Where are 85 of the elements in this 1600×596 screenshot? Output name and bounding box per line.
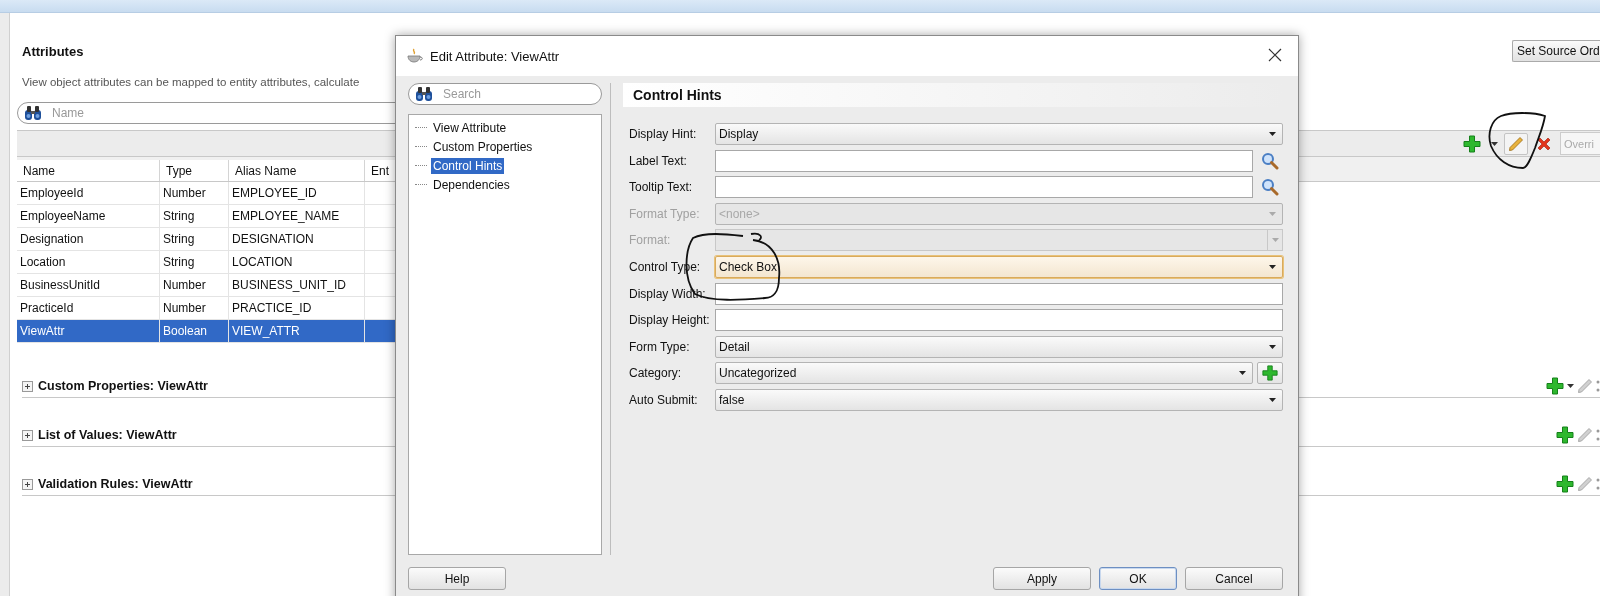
help-button[interactable]: Help (408, 567, 506, 590)
table-cell: PracticeId (17, 297, 160, 319)
table-cell: Number (160, 182, 229, 204)
table-cell: String (160, 228, 229, 250)
add-button[interactable] (1460, 132, 1484, 155)
table-cell: Number (160, 274, 229, 296)
more-icon (1596, 428, 1600, 442)
dropdown[interactable]: Display (715, 123, 1283, 145)
pencil-icon (1577, 378, 1593, 394)
expand-icon[interactable] (22, 380, 33, 392)
table-cell: Location (17, 251, 160, 273)
add-icon (1262, 365, 1278, 382)
add-icon (1463, 134, 1481, 153)
table-cell: Number (160, 297, 229, 319)
tree-item[interactable]: Control Hints (431, 157, 505, 174)
table-cell: Designation (17, 228, 160, 250)
field-label: Category: (629, 365, 683, 383)
column-header[interactable]: Type (160, 160, 229, 181)
table-cell: LOCATION (229, 251, 365, 273)
caret-icon (1567, 384, 1574, 388)
caret-icon (1269, 397, 1276, 402)
column-header[interactable]: Name (17, 160, 160, 181)
table-cell: Boolean (160, 320, 229, 342)
field-label: Format Type: (629, 205, 701, 223)
binoculars-icon (415, 86, 433, 102)
field-label: Tooltip Text: (629, 179, 694, 197)
description-text: View object attributes can be mapped to entity attributes, calculate (21, 76, 361, 88)
binoculars-icon (24, 105, 42, 121)
table-cell: VIEW_ATTR (229, 320, 365, 342)
table-cell: BUSINESS_UNIT_ID (229, 274, 365, 296)
expand-icon[interactable] (22, 478, 33, 490)
field-label: Format: (629, 232, 672, 250)
pencil-icon (1577, 476, 1593, 492)
table-cell: String (160, 205, 229, 227)
pencil-icon (1508, 135, 1524, 152)
caret-icon (1269, 132, 1276, 136)
table-cell: EmployeeId (17, 182, 160, 204)
caret-icon (1490, 141, 1498, 146)
dropdown[interactable]: Uncategorized (715, 362, 1253, 385)
expand-icon[interactable] (22, 429, 33, 441)
input-field[interactable] (715, 309, 1283, 332)
caret-icon (1269, 211, 1276, 216)
window-title: Edit Attribute: ViewAttr (430, 48, 561, 64)
add-icon (1546, 377, 1564, 395)
cup-icon (406, 48, 424, 64)
search-icon (1261, 151, 1279, 170)
set-source-order-button[interactable]: Set Source Ord (1512, 40, 1600, 62)
table-cell: String (160, 251, 229, 273)
caret-icon (1271, 238, 1279, 243)
section-title: Attributes (21, 43, 84, 59)
caret-icon (1269, 264, 1276, 269)
field-label: Display Hint: (629, 126, 698, 143)
pencil-icon (1577, 427, 1593, 443)
table-cell: EMPLOYEE_ID (229, 182, 365, 204)
more-icon (1596, 477, 1600, 491)
table-cell: PRACTICE_ID (229, 297, 365, 319)
dropdown[interactable]: Check Box (715, 255, 1283, 278)
dialog-button[interactable]: Apply (993, 567, 1091, 590)
caret-icon (1239, 371, 1246, 376)
field-label: Display Height: (629, 312, 711, 330)
field-label: Form Type: (629, 338, 691, 356)
dialog-button[interactable]: OK (1099, 567, 1177, 590)
add-icon (1556, 426, 1574, 444)
field-label: Label Text: (629, 152, 688, 170)
add-button[interactable] (1257, 362, 1283, 385)
column-header[interactable]: Alias Name (229, 160, 365, 181)
input-field[interactable] (715, 282, 1283, 305)
table-cell: ViewAttr (17, 320, 160, 342)
field-label: Auto Submit: (629, 391, 699, 409)
input-field[interactable] (715, 176, 1253, 199)
dropdown[interactable]: false (715, 388, 1283, 411)
delete-icon (1536, 135, 1552, 152)
close-button[interactable] (1268, 48, 1284, 64)
more-icon (1596, 379, 1600, 393)
caret-icon (1269, 344, 1276, 349)
table-cell: EmployeeName (17, 205, 160, 227)
dropdown[interactable]: Detail (715, 335, 1283, 358)
search-icon (1261, 178, 1279, 197)
tree-item[interactable]: Custom Properties (431, 138, 535, 155)
table-cell: BusinessUnitId (17, 274, 160, 296)
table-cell: EMPLOYEE_NAME (229, 205, 365, 227)
dialog-button[interactable]: Cancel (1185, 567, 1283, 590)
add-icon (1556, 475, 1574, 493)
table-cell: DESIGNATION (229, 228, 365, 250)
input-field[interactable] (715, 149, 1253, 172)
